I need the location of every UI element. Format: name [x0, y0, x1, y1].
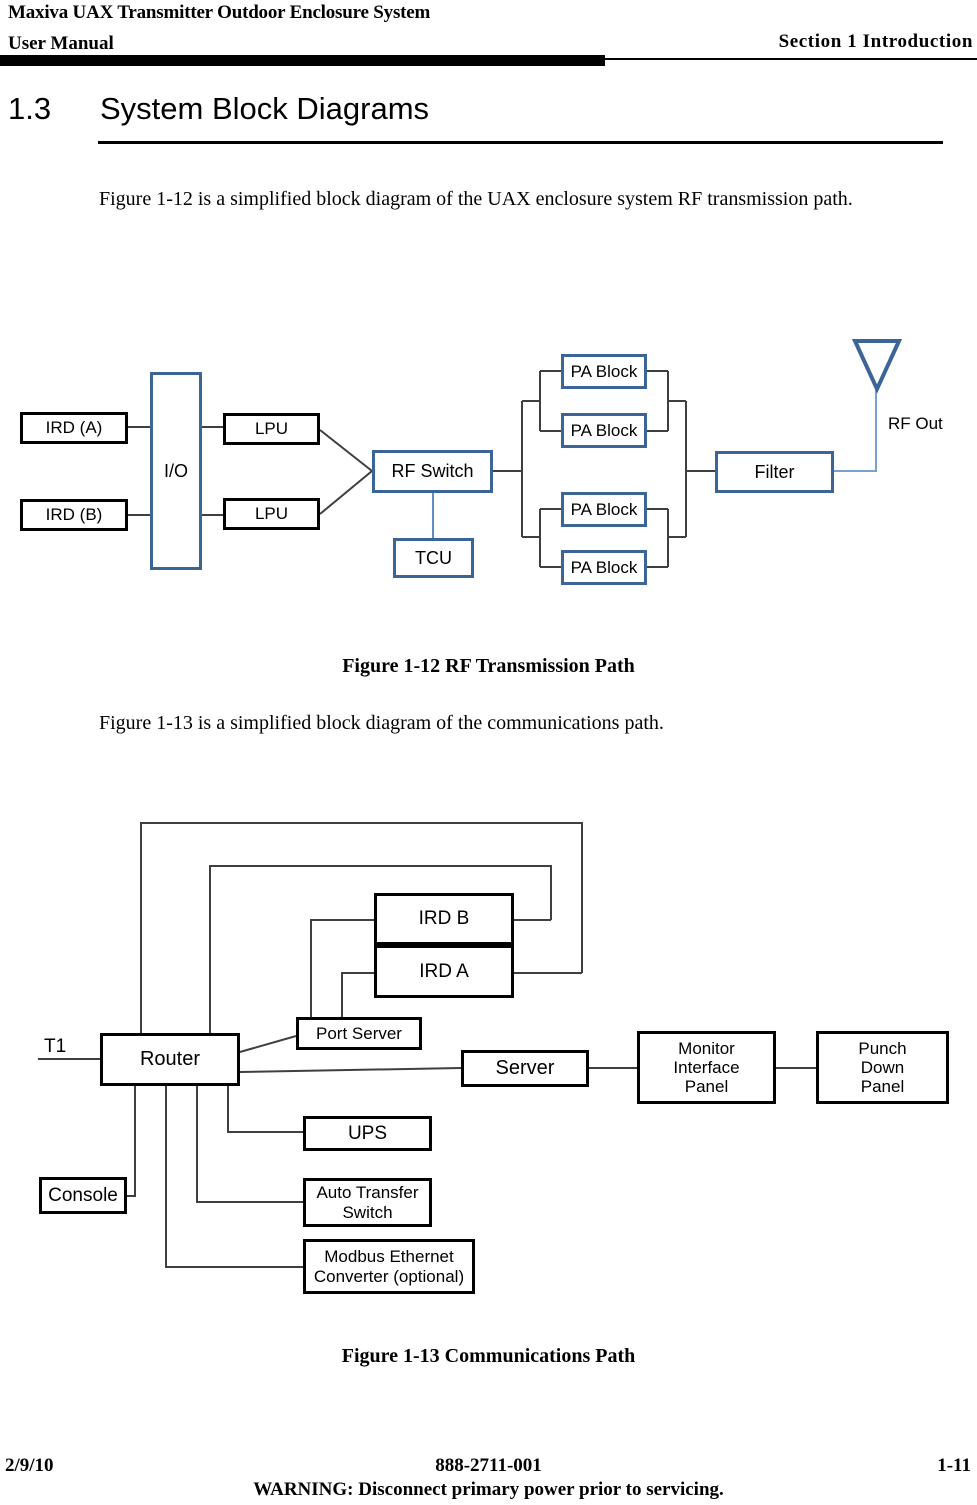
node-ird-a: IRD (A)	[20, 412, 128, 444]
node-ird-a-label: IRD (A)	[45, 418, 103, 438]
node-ird-b: IRD B	[374, 893, 514, 945]
node-pa-block-3: PA Block	[561, 492, 647, 527]
node-router: Router	[100, 1033, 240, 1086]
header-rule-thick	[0, 55, 605, 66]
node-monitor-interface-panel-label-line1: Monitor	[678, 1038, 735, 1058]
node-pa-block-1: PA Block	[561, 354, 647, 389]
node-modbus-label-line1: Modbus Ethernet	[324, 1247, 454, 1267]
node-pa-block-2: PA Block	[561, 413, 647, 448]
node-monitor-interface-panel: Monitor Interface Panel	[637, 1031, 776, 1104]
node-pa-block-4: PA Block	[561, 550, 647, 585]
node-punch-down-panel-label-line1: Punch	[858, 1038, 907, 1058]
node-punch-down-panel-label-line3: Panel	[860, 1077, 905, 1097]
node-io-label: I/O	[163, 460, 188, 481]
node-modbus-label-line2: Converter (optional)	[313, 1266, 465, 1286]
node-ups: UPS	[303, 1116, 432, 1151]
header-section-label: Section 1 Introduction	[778, 31, 973, 52]
node-console-label: Console	[48, 1184, 118, 1206]
node-filter: Filter	[715, 451, 834, 493]
node-monitor-interface-panel-label-line2: Interface	[673, 1057, 740, 1077]
node-ird-a-label: IRD A	[419, 960, 469, 982]
node-rf-switch: RF Switch	[372, 450, 493, 493]
node-auto-transfer-switch-label-line1: Auto Transfer	[316, 1183, 419, 1203]
figure-1-12-caption: Figure 1-12 RF Transmission Path	[342, 655, 635, 677]
intro-paragraph-comms: Figure 1-13 is a simplified block diagra…	[99, 712, 664, 734]
footer-warning: WARNING: Disconnect primary power prior …	[253, 1479, 724, 1500]
section-number: 1.3	[8, 91, 52, 126]
node-lpu-top-label: LPU	[254, 419, 289, 439]
antenna-triangle-icon	[851, 339, 903, 394]
node-auto-transfer-switch-label-line2: Switch	[342, 1202, 393, 1222]
document-page: Maxiva UAX Transmitter Outdoor Enclosure…	[0, 0, 977, 1505]
figure-1-13-caption: Figure 1-13 Communications Path	[341, 1345, 636, 1367]
node-modbus-ethernet-converter: Modbus Ethernet Converter (optional)	[303, 1239, 475, 1294]
rf-out-label: RF Out	[888, 414, 943, 433]
section-underline	[98, 141, 943, 144]
node-lpu-top: LPU	[223, 413, 320, 445]
node-port-server-label: Port Server	[316, 1023, 402, 1043]
node-ird-b-label: IRD B	[418, 908, 470, 930]
node-ird-b: IRD (B)	[20, 499, 128, 531]
node-ird-b-label: IRD (B)	[45, 505, 103, 525]
header-document-subtitle: User Manual	[8, 33, 114, 54]
node-monitor-interface-panel-label-line3: Panel	[684, 1077, 729, 1097]
figure-rf-transmission-path: IRD (A) IRD (B) I/O LPU LPU RF Switch TC…	[0, 330, 977, 620]
node-port-server: Port Server	[296, 1017, 422, 1050]
header-rule-thin	[605, 58, 977, 60]
header-document-title: Maxiva UAX Transmitter Outdoor Enclosure…	[8, 2, 431, 23]
node-server-label: Server	[495, 1057, 555, 1080]
node-pa-block-3-label: PA Block	[570, 499, 638, 519]
node-lpu-bottom: LPU	[223, 498, 320, 530]
node-tcu: TCU	[393, 538, 474, 578]
footer-part-number: 888-2711-001	[435, 1455, 542, 1476]
node-io: I/O	[150, 372, 202, 570]
node-rf-switch-label: RF Switch	[391, 461, 474, 482]
node-server: Server	[461, 1050, 589, 1087]
node-router-label: Router	[139, 1048, 201, 1071]
node-filter-label: Filter	[754, 461, 795, 482]
node-ird-a: IRD A	[374, 945, 514, 998]
node-auto-transfer-switch: Auto Transfer Switch	[303, 1178, 432, 1227]
node-console: Console	[39, 1177, 127, 1214]
node-pa-block-4-label: PA Block	[570, 557, 638, 577]
node-punch-down-panel: Punch Down Panel	[816, 1031, 949, 1104]
figure-communications-path: T1 Router Console Port Server IRD B IRD …	[0, 810, 977, 1310]
node-pa-block-2-label: PA Block	[570, 420, 638, 440]
node-tcu-label: TCU	[415, 547, 452, 568]
node-pa-block-1-label: PA Block	[570, 361, 638, 381]
node-ups-label: UPS	[347, 1122, 388, 1144]
section-title: System Block Diagrams	[100, 91, 430, 126]
node-punch-down-panel-label-line2: Down	[860, 1057, 905, 1077]
label-t1: T1	[44, 1036, 67, 1057]
intro-paragraph-rf: Figure 1-12 is a simplified block diagra…	[99, 188, 853, 210]
node-lpu-bottom-label: LPU	[254, 504, 289, 524]
footer-page-number: 1-11	[937, 1455, 971, 1476]
